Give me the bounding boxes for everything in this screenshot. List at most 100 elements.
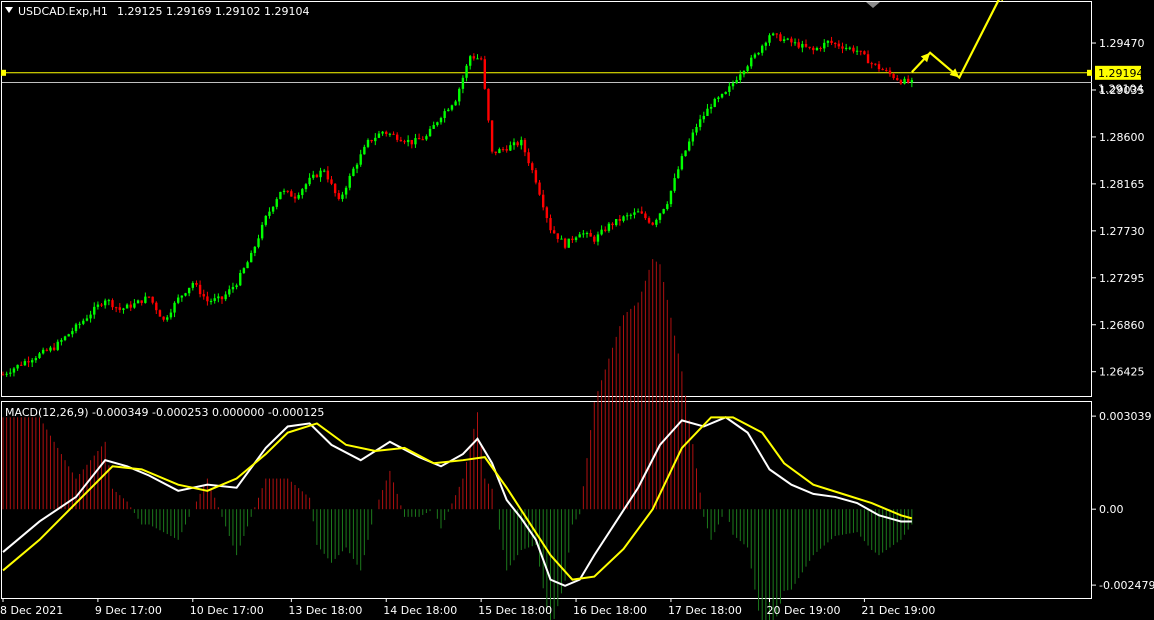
- candle-body: [549, 218, 552, 231]
- candle-body: [793, 42, 797, 44]
- macd-title: MACD(12,26,9) -0.000349 -0.000253 0.0000…: [5, 406, 324, 419]
- candle-body: [841, 46, 844, 49]
- candle-body: [257, 238, 260, 247]
- candle-body: [293, 196, 297, 199]
- candle-body: [162, 316, 165, 320]
- candle-body: [863, 51, 866, 55]
- candle-body: [191, 283, 194, 288]
- candle-body: [85, 318, 89, 321]
- candle-body: [808, 46, 811, 48]
- candle-body: [34, 358, 38, 361]
- time-tick-label: 21 Dec 19:00: [861, 604, 935, 617]
- candle-body: [892, 74, 895, 79]
- candle-body: [571, 238, 574, 241]
- time-tick-label: 9 Dec 17:00: [95, 604, 162, 617]
- candle-body: [348, 175, 351, 188]
- candle-body: [114, 307, 118, 309]
- candle-body: [377, 133, 381, 138]
- candle-body: [688, 141, 691, 151]
- price-pane[interactable]: USDCAD.Exp,H1 1.29125 1.29169 1.29102 1.…: [1, 0, 1145, 397]
- candle-body: [220, 296, 224, 300]
- candle-body: [155, 302, 158, 311]
- candle-body: [534, 170, 538, 183]
- macd-tick-label: 0.00: [1099, 503, 1124, 516]
- candle-body: [622, 216, 625, 221]
- candle-body: [417, 138, 421, 140]
- candle-body: [826, 40, 830, 43]
- candle-body: [414, 138, 417, 145]
- candle-body: [655, 219, 658, 225]
- candle-body: [454, 101, 457, 106]
- candle-body: [450, 105, 454, 110]
- candle-body: [355, 164, 359, 169]
- candle-body: [709, 106, 713, 109]
- candle-body: [516, 142, 519, 146]
- candle-body: [815, 48, 819, 51]
- candle-body: [304, 184, 308, 190]
- macd-y-axis: 0.003039 0.00 -0.002479: [1092, 410, 1154, 592]
- candle-body: [9, 372, 12, 374]
- candle-body: [235, 285, 238, 288]
- trading-chart[interactable]: USDCAD.Exp,H1 1.29125 1.29169 1.29102 1.…: [0, 0, 1154, 620]
- candle-body: [618, 218, 622, 221]
- macd-lines: [2, 416, 913, 587]
- candle-body: [662, 209, 665, 214]
- ohlc-readout: 1.29125 1.29169 1.29102 1.29104: [117, 5, 309, 18]
- candle-body: [187, 287, 191, 294]
- candle-body: [487, 88, 490, 121]
- candle-body: [702, 115, 705, 120]
- candle-body: [607, 223, 611, 231]
- candle-body: [505, 149, 508, 151]
- candle-body: [436, 122, 439, 126]
- candle-body: [680, 156, 684, 170]
- time-tick-label: 16 Dec 18:00: [573, 604, 647, 617]
- horizontal-lines[interactable]: 1.29194 1.29104: [1, 65, 1144, 96]
- candle-body: [260, 224, 264, 239]
- candle-body: [852, 47, 855, 52]
- candle-body: [830, 40, 833, 43]
- candle-body: [133, 303, 136, 308]
- candle-body: [666, 204, 669, 210]
- candle-body: [706, 108, 709, 116]
- candle-body: [870, 63, 873, 65]
- candle-body: [224, 294, 227, 300]
- candle-body: [691, 132, 695, 142]
- candle-body: [286, 190, 289, 192]
- candle-body: [118, 307, 121, 310]
- candle-body: [228, 289, 231, 295]
- candle-body: [775, 33, 778, 35]
- candle-body: [476, 58, 479, 60]
- candle-body: [41, 349, 45, 354]
- candle-body: [593, 236, 596, 242]
- candle-body: [315, 174, 319, 178]
- forecast-arrow[interactable]: [911, 0, 1003, 80]
- candle-body: [771, 33, 775, 36]
- candle-body: [739, 74, 742, 80]
- candle-body: [728, 86, 731, 92]
- candle-body: [93, 306, 96, 315]
- candle-body: [428, 128, 432, 137]
- candle-body: [801, 43, 804, 48]
- header-menu-triangle-icon[interactable]: [5, 7, 13, 13]
- time-x-axis: 8 Dec 2021 9 Dec 17:00 10 Dec 17:00 13 Dec …: [0, 598, 935, 617]
- scroll-marker-icon[interactable]: [866, 2, 880, 8]
- candle-body: [71, 331, 74, 335]
- candle-body: [290, 191, 293, 197]
- candle-body: [301, 189, 304, 196]
- candle-body: [231, 287, 235, 290]
- price-tag-label: 1.29194: [1098, 67, 1144, 80]
- candle-body: [279, 191, 282, 200]
- candle-body: [469, 56, 472, 66]
- candle-body: [768, 35, 771, 43]
- candle-body: [363, 146, 366, 155]
- candle-body: [344, 187, 348, 195]
- candle-body: [501, 149, 505, 151]
- candle-body: [644, 213, 647, 219]
- candle-body: [877, 64, 881, 70]
- candle-body: [147, 296, 151, 298]
- candle-body: [5, 373, 8, 375]
- candle-body: [406, 139, 410, 143]
- candle-body: [472, 56, 476, 59]
- candle-body: [520, 139, 523, 146]
- candle-body: [23, 361, 27, 366]
